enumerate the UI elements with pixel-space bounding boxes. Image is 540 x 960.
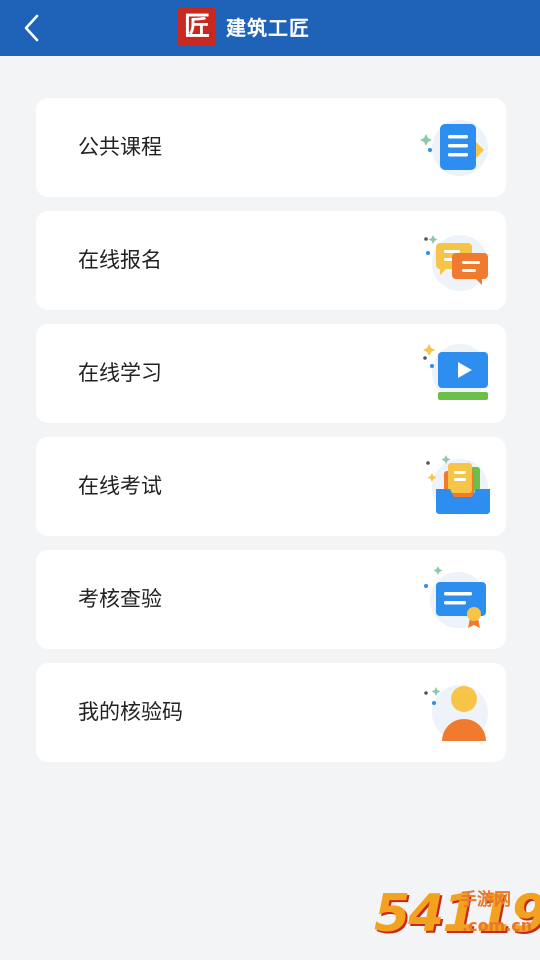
document-list-icon — [420, 120, 488, 176]
chat-bubbles-icon — [424, 235, 488, 291]
menu-item-label: 公共课程 — [78, 135, 162, 159]
menu-item-my-verification-code[interactable]: 我的核验码 — [36, 663, 506, 762]
site-watermark: 54119 手游网 .com.cn — [374, 882, 540, 952]
exam-inbox-icon — [426, 455, 490, 515]
page-title: 建筑工匠 — [226, 16, 310, 40]
menu-item-label: 我的核验码 — [78, 700, 183, 724]
menu-item-online-learning[interactable]: 在线学习 — [36, 324, 506, 423]
menu-item-online-exam[interactable]: 在线考试 — [36, 437, 506, 536]
back-button[interactable] — [14, 10, 50, 46]
menu-item-assessment-check[interactable]: 考核查验 — [36, 550, 506, 649]
menu-item-public-courses[interactable]: 公共课程 — [36, 98, 506, 197]
menu-item-label: 在线报名 — [78, 248, 162, 272]
menu-list: 公共课程 在线报名 在线学习 在线考试 考核查验 我的核验码 — [36, 98, 506, 776]
watermark-site-name: 手游网 — [460, 890, 511, 910]
certificate-icon — [424, 566, 486, 628]
app-logo: 匠 — [178, 8, 216, 46]
chevron-left-icon — [24, 14, 39, 42]
menu-item-label: 在线考试 — [78, 474, 162, 498]
menu-item-online-registration[interactable]: 在线报名 — [36, 211, 506, 310]
menu-item-label: 在线学习 — [78, 361, 162, 385]
menu-item-label: 考核查验 — [78, 587, 162, 611]
user-avatar-icon — [424, 685, 488, 741]
video-play-icon — [423, 344, 488, 400]
top-bar: 匠 建筑工匠 — [0, 0, 540, 56]
watermark-digits: 54119 — [374, 884, 540, 944]
watermark-domain: .com.cn — [462, 916, 533, 935]
